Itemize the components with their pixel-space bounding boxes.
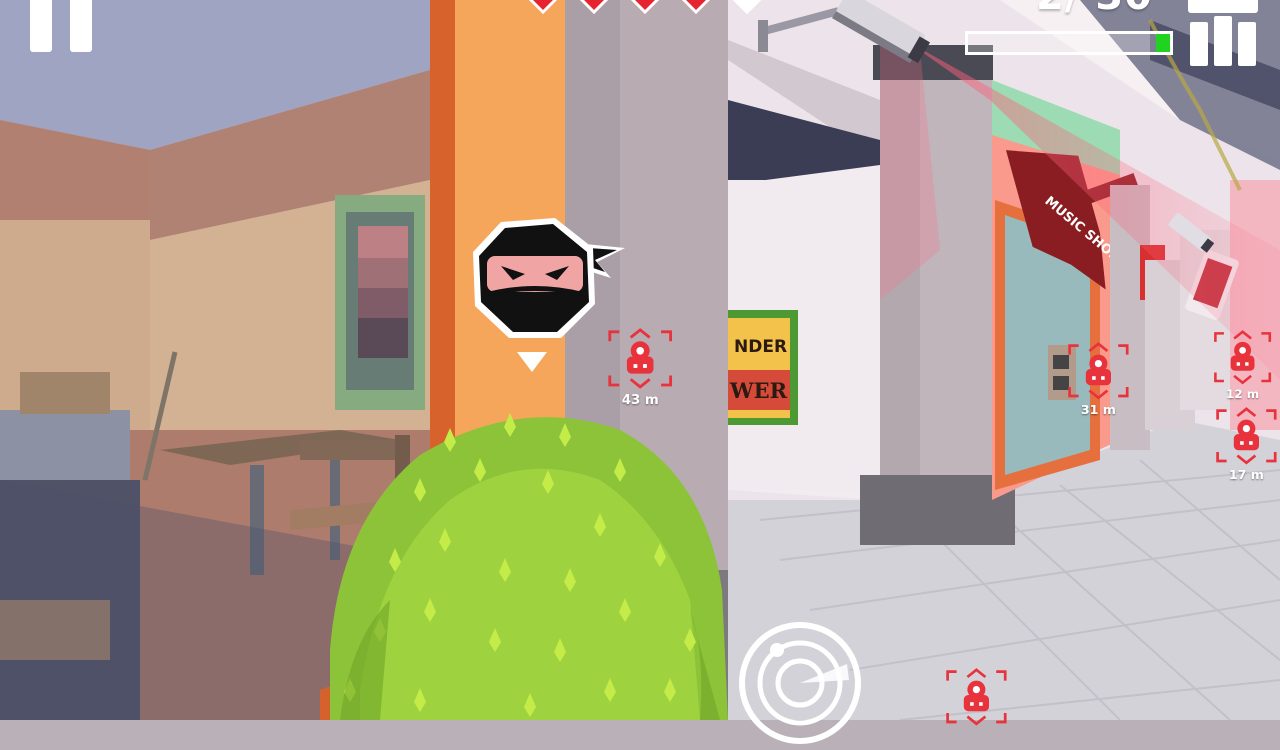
- trophy-icon[interactable]: [1186, 0, 1260, 70]
- target-distance-label: 31 m: [1080, 403, 1116, 418]
- poster-text-bottom: WER: [729, 378, 788, 403]
- heart-empty-icon: [725, 0, 769, 15]
- target-distance-label: 17 m: [1228, 468, 1264, 483]
- heart-full-icon: [674, 0, 718, 15]
- robot-target-icon: [608, 328, 673, 389]
- target-marker: 43 m: [606, 328, 674, 408]
- robot-target-icon: [1214, 330, 1272, 385]
- level-progress-bar: [965, 31, 1173, 55]
- health-hearts: [512, 0, 772, 22]
- target-marker: 12 m: [1212, 330, 1273, 401]
- target-marker: 17 m: [1214, 407, 1279, 483]
- poster-text-top: NDER: [734, 337, 787, 357]
- level-progress-fill: [1155, 34, 1170, 52]
- robot-target-icon: [1068, 342, 1129, 400]
- target-marker: [944, 668, 1009, 729]
- heart-full-icon: [623, 0, 667, 15]
- radar-icon[interactable]: [737, 620, 863, 746]
- pause-icon[interactable]: [30, 0, 92, 52]
- score-counter: 2/ 30: [1036, 0, 1153, 16]
- robot-target-icon: [946, 668, 1007, 726]
- target-marker: 31 m: [1066, 342, 1131, 418]
- robot-target-icon: [1216, 407, 1277, 465]
- down-triangle-icon: [517, 352, 547, 372]
- heart-full-icon: [521, 0, 565, 15]
- target-distance-label: 43 m: [621, 392, 659, 408]
- heart-full-icon: [572, 0, 616, 15]
- target-distance-label: 12 m: [1226, 387, 1260, 402]
